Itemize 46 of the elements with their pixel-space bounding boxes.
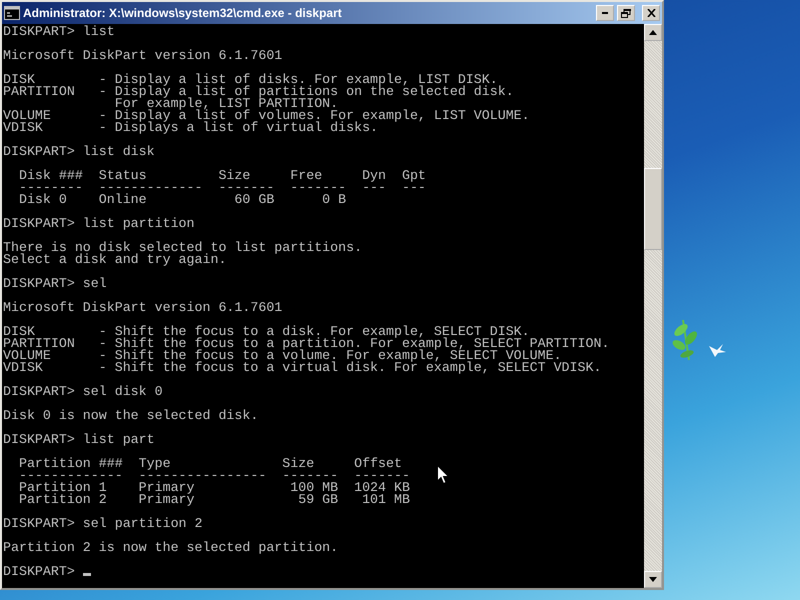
minimize-icon — [602, 12, 608, 14]
console-line: DISKPART> list part — [3, 434, 155, 446]
window-title: Administrator: X:\windows\system32\cmd.exe - diskpart — [23, 5, 343, 22]
console-line: ------------- ---------------- ------- ------- — [18, 470, 410, 482]
scroll-down-button[interactable] — [644, 571, 662, 588]
console-line: Partition ### Type Size Offset — [18, 458, 402, 470]
console-app-icon — [4, 6, 20, 20]
restore-icon — [621, 8, 631, 18]
console-line: DISKPART> sel partition 2 — [3, 518, 202, 530]
console-line: DISK - Shift the focus to a disk. For example, SELECT DISK. — [3, 326, 530, 338]
console-line: Disk 0 Online 60 GB 0 B — [18, 194, 346, 206]
mouse-pointer-icon — [437, 465, 449, 484]
command-prompt: DISKPART> — [3, 564, 75, 579]
scroll-thumb[interactable] — [644, 168, 662, 250]
console-line: Disk ### Status Size Free Dyn Gpt — [18, 170, 426, 182]
restore-button[interactable] — [617, 5, 635, 21]
console-line: Partition 2 is now the selected partition. — [3, 542, 338, 554]
minimize-button[interactable] — [596, 5, 614, 21]
console-line: VDISK - Shift the focus to a virtual disk. For example, SELECT VDISK. — [3, 362, 602, 374]
console-line: Microsoft DiskPart version 6.1.7601 — [3, 302, 282, 314]
close-icon — [646, 9, 656, 17]
console-line: DISKPART> sel — [3, 278, 107, 290]
scroll-up-button[interactable] — [644, 24, 662, 41]
console-line: -------- ------------- ------- ------- --- --- — [18, 182, 426, 194]
console-line: For example, LIST PARTITION. — [114, 98, 338, 110]
console-line: There is no disk selected to list partitions. — [3, 242, 362, 254]
console-line: DISK - Display a list of disks. For example, LIST DISK. — [3, 74, 498, 86]
console-line: Partition 2 Primary 59 GB 101 MB — [18, 494, 410, 506]
console-line: Disk 0 is now the selected disk. — [3, 410, 258, 422]
console-line: VOLUME - Shift the focus to a volume. For example, SELECT VOLUME. — [3, 350, 562, 362]
console-line: DISKPART> sel disk 0 — [3, 386, 163, 398]
console-line: VOLUME - Display a list of volumes. For example, LIST VOLUME. — [3, 110, 530, 122]
console-line: VDISK - Displays a list of virtual disks. — [3, 122, 378, 134]
text-cursor — [82, 573, 91, 576]
up-arrow-icon — [649, 30, 657, 35]
console-line: Microsoft DiskPart version 6.1.7601 — [3, 50, 282, 62]
console-line: PARTITION - Display a list of partitions on the selected disk. — [3, 86, 514, 98]
console-line: DISKPART> list disk — [3, 146, 155, 158]
scroll-bar[interactable] — [644, 24, 662, 588]
console-line: Partition 1 Primary 100 MB 1024 KB — [18, 482, 410, 494]
console-line: DISKPART> list — [3, 26, 115, 38]
console-line: Select a disk and try again. — [3, 254, 226, 266]
down-arrow-icon — [649, 577, 657, 582]
console-line: DISKPART> list partition — [3, 218, 195, 230]
console-line: PARTITION - Shift the focus to a partition. For example, SELECT PARTITION. — [3, 338, 610, 350]
close-button[interactable] — [642, 5, 660, 21]
